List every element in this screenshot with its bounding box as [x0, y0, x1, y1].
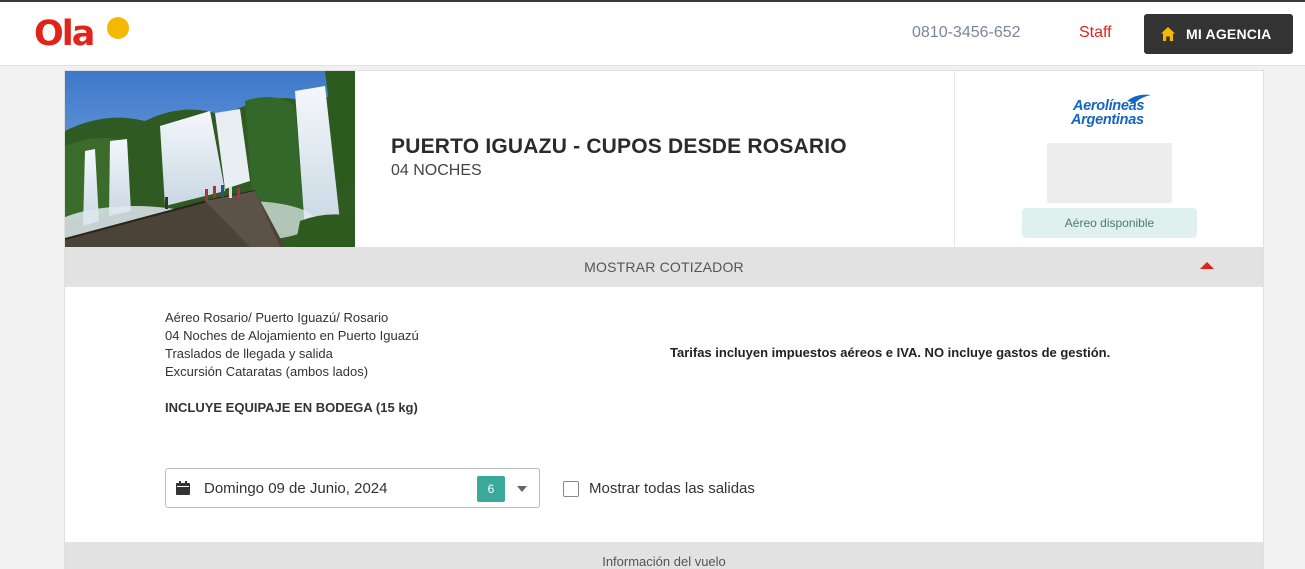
package-title-area: PUERTO IGUAZU - CUPOS DESDE ROSARIO 04 N…	[391, 135, 847, 180]
package-card: PUERTO IGUAZU - CUPOS DESDE ROSARIO 04 N…	[64, 70, 1264, 569]
show-all-departures[interactable]: Mostrar todas las salidas	[563, 480, 755, 497]
show-all-checkbox[interactable]	[563, 480, 579, 497]
flight-image-placeholder	[1047, 143, 1172, 203]
site-header: Ola 0810-3456-652 Staff MI AGENCIA	[0, 2, 1305, 66]
includes-list: Aéreo Rosario/ Puerto Iguazú/ Rosario 04…	[165, 309, 419, 417]
departures-count-badge: 6	[477, 476, 505, 502]
show-all-label: Mostrar todas las salidas	[589, 480, 755, 497]
package-nights: 04 NOCHES	[391, 162, 482, 179]
calendar-icon	[176, 481, 190, 495]
aerolineas-argentinas-logo: Aerolíneas Argentinas	[1055, 93, 1165, 129]
chevron-down-icon	[517, 486, 527, 492]
tarifas-note: Tarifas incluyen impuestos aéreos e IVA.…	[670, 345, 1111, 360]
include-item: Traslados de llegada y salida	[165, 346, 333, 361]
include-item: Excursión Cataratas (ambos lados)	[165, 364, 369, 379]
phone-number[interactable]: 0810-3456-652	[912, 24, 1021, 42]
cotizador-label: MOSTRAR COTIZADOR	[584, 259, 744, 275]
aereo-disponible-badge: Aéreo disponible	[1022, 208, 1197, 238]
package-title: PUERTO IGUAZU - CUPOS DESDE ROSARIO	[391, 135, 847, 158]
mi-agencia-button[interactable]: MI AGENCIA	[1144, 14, 1293, 54]
staff-link[interactable]: Staff	[1079, 24, 1112, 42]
luggage-note: INCLUYE EQUIPAJE EN BODEGA (15 kg)	[165, 400, 418, 415]
flight-info-toggle[interactable]: Información del vuelo	[65, 542, 1263, 569]
logo-text: Ola	[34, 14, 95, 54]
airline-panel: Aerolíneas Argentinas Aéreo disponible	[954, 71, 1264, 247]
include-item: Aéreo Rosario/ Puerto Iguazú/ Rosario	[165, 310, 389, 325]
logo-dot-icon	[107, 17, 129, 39]
mostrar-cotizador-toggle[interactable]: MOSTRAR COTIZADOR	[65, 247, 1263, 287]
package-image	[65, 71, 355, 247]
mi-agencia-label: MI AGENCIA	[1186, 26, 1272, 42]
airline-name-line2: Argentinas	[1071, 112, 1144, 128]
flight-info-label: Información del vuelo	[602, 554, 726, 569]
caret-up-icon	[1200, 262, 1214, 269]
ola-logo[interactable]: Ola	[34, 14, 134, 54]
include-item: 04 Noches de Alojamiento en Puerto Iguaz…	[165, 328, 419, 343]
bird-icon	[1127, 94, 1151, 103]
home-icon	[1160, 26, 1176, 42]
departure-date-select[interactable]: Domingo 09 de Junio, 2024 6	[165, 468, 540, 508]
